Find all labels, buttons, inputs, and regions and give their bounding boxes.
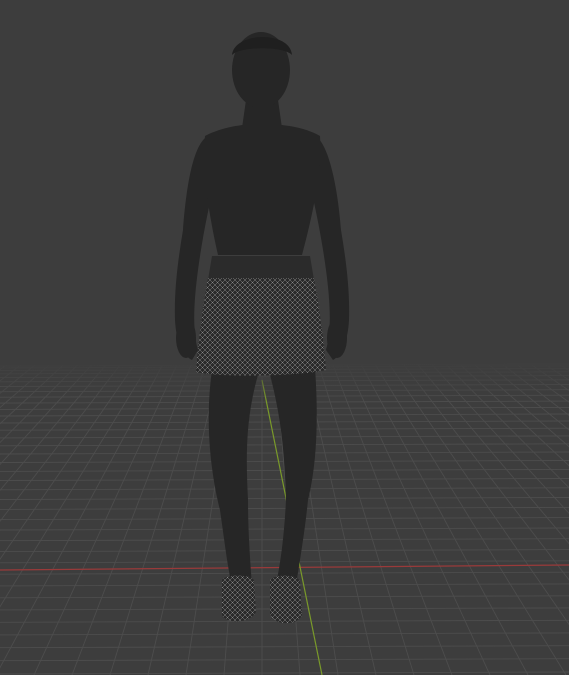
model-waistband [208, 256, 314, 280]
model-left-shoe[interactable] [222, 575, 256, 622]
model-right-hand[interactable] [327, 318, 347, 358]
model-skirt[interactable] [196, 278, 326, 376]
3d-viewport[interactable] [0, 0, 569, 675]
model-right-shoe[interactable] [270, 575, 302, 624]
model-torso[interactable] [204, 125, 321, 255]
model-left-hand[interactable] [176, 318, 196, 358]
viewport-canvas[interactable] [0, 0, 569, 675]
